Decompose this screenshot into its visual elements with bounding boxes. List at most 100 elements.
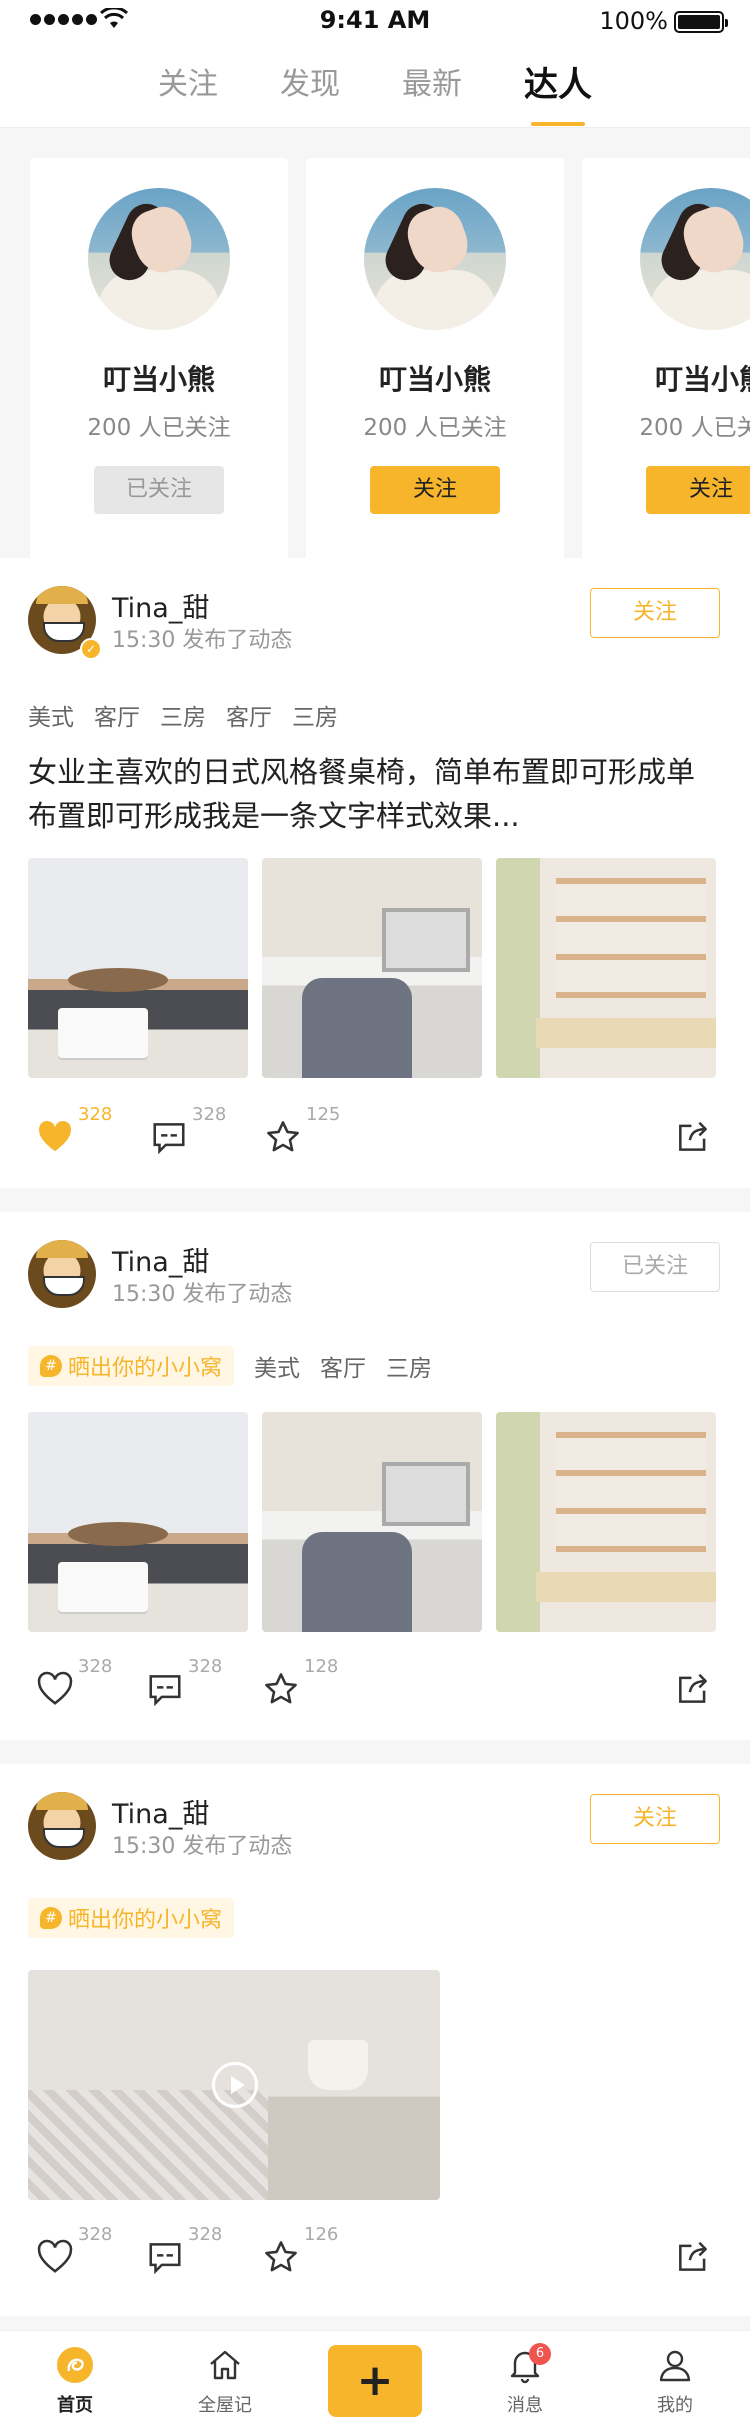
photo-grid: [28, 858, 716, 1078]
share-button[interactable]: [674, 2224, 712, 2276]
comment-button[interactable]: 328: [150, 1104, 226, 1156]
following-button[interactable]: 已关注: [94, 466, 224, 514]
post-actions: 328 328 125: [0, 1104, 750, 1164]
comment-count: 328: [188, 1656, 223, 1677]
publish-button[interactable]: +: [328, 2345, 422, 2417]
tab-experts[interactable]: 达人: [524, 42, 592, 128]
expert-carousel[interactable]: 叮当小熊 200 人已关注 已关注 叮当小熊 200 人已关注 关注 叮当小熊 …: [0, 128, 750, 558]
favorite-button[interactable]: 125: [264, 1104, 340, 1156]
video-container: [28, 1970, 440, 2200]
like-button[interactable]: 328: [36, 1656, 112, 1708]
avatar[interactable]: [88, 188, 230, 330]
feed-post: ✓ Tina_甜 15:30 发布了动态 关注 美式 客厅 三房 客厅 三房 女…: [0, 558, 750, 1188]
notification-badge: 6: [529, 2343, 551, 2365]
play-icon[interactable]: [212, 2062, 258, 2108]
tag[interactable]: 客厅: [94, 698, 140, 732]
tab-following[interactable]: 关注: [158, 42, 218, 128]
photo-grid: [28, 1412, 716, 1632]
follow-button[interactable]: 关注: [370, 466, 500, 514]
status-bar: 9:41 AM 100%: [0, 0, 750, 42]
tag-list: # 晒出你的小小窝 美式 客厅 三房: [28, 1346, 432, 1386]
top-tabs: 关注 发现 最新 达人: [0, 42, 750, 128]
like-count: 328: [78, 2224, 113, 2245]
follow-button[interactable]: 关注: [590, 588, 720, 638]
expert-name: 叮当小熊: [654, 363, 750, 396]
hashtag-icon: #: [40, 1907, 62, 1929]
comment-button[interactable]: 328: [146, 2224, 222, 2276]
avatar[interactable]: [28, 1792, 96, 1860]
comment-count: 328: [192, 1104, 227, 1125]
favorite-button[interactable]: 126: [262, 2224, 338, 2276]
expert-followers: 200 人已关注: [363, 415, 507, 441]
tabbar-publish[interactable]: +: [300, 2331, 450, 2428]
like-button[interactable]: 328: [36, 2224, 112, 2276]
post-image[interactable]: [496, 858, 716, 1078]
tag[interactable]: 美式: [254, 1349, 300, 1383]
topic-chip[interactable]: # 晒出你的小小窝: [28, 1346, 235, 1386]
post-image[interactable]: [262, 1412, 482, 1632]
favorite-count: 128: [304, 1656, 339, 1677]
bottom-tab-bar: 首页 全屋记 + 6 消息 我的: [0, 2330, 750, 2428]
avatar[interactable]: [640, 188, 750, 330]
tag[interactable]: 美式: [28, 698, 74, 732]
tabbar-label: 全屋记: [198, 2395, 252, 2416]
favorite-count: 126: [304, 2224, 339, 2245]
tabbar-profile[interactable]: 我的: [600, 2331, 750, 2428]
follow-button[interactable]: 关注: [646, 466, 750, 514]
tabbar-house-diary[interactable]: 全屋记: [150, 2331, 300, 2428]
post-username[interactable]: Tina_甜: [112, 1792, 209, 1831]
home-logo-icon: [57, 2347, 93, 2383]
share-button[interactable]: [674, 1656, 712, 1708]
tag-list: # 晒出你的小小窝: [28, 1898, 235, 1938]
post-image[interactable]: [28, 858, 248, 1078]
post-actions: 328 328 126: [0, 2224, 750, 2284]
post-image[interactable]: [262, 858, 482, 1078]
tag[interactable]: 三房: [292, 698, 338, 732]
favorite-count: 125: [306, 1104, 341, 1125]
tab-latest[interactable]: 最新: [402, 42, 462, 128]
avatar[interactable]: [28, 1240, 96, 1308]
expert-card[interactable]: 叮当小熊 200 人已关注 关注: [306, 158, 564, 558]
feed-post: Tina_甜 15:30 发布了动态 关注 # 晒出你的小小窝 328 328 1…: [0, 1764, 750, 2316]
post-video[interactable]: [28, 1970, 440, 2200]
post-meta: 15:30 发布了动态: [112, 1834, 293, 1859]
tag-list: 美式 客厅 三房 客厅 三房: [28, 698, 338, 732]
topic-label: 晒出你的小小窝: [68, 1908, 223, 1933]
post-actions: 328 328 128: [0, 1656, 750, 1716]
tag[interactable]: 客厅: [320, 1349, 366, 1383]
comment-icon: [153, 1123, 185, 1155]
tabbar-label: 消息: [507, 2395, 543, 2416]
post-meta: 15:30 发布了动态: [112, 1282, 293, 1307]
comment-button[interactable]: 328: [146, 1656, 222, 1708]
star-icon: [265, 2241, 297, 2272]
post-image[interactable]: [28, 1412, 248, 1632]
post-text[interactable]: 女业主喜欢的日式风格餐桌椅，简单布置即可形成单布置即可形成我是一条文字样式效果.…: [28, 750, 718, 838]
comment-icon: [149, 1675, 181, 1707]
heart-icon: [39, 1121, 71, 1152]
tabbar-messages[interactable]: 6 消息: [450, 2331, 600, 2428]
expert-card[interactable]: 叮当小熊 200 人已关注 关注: [582, 158, 750, 558]
tag[interactable]: 三房: [386, 1349, 432, 1383]
post-meta: 15:30 发布了动态: [112, 628, 293, 653]
avatar[interactable]: [364, 188, 506, 330]
share-icon: [679, 1121, 707, 1151]
post-username[interactable]: Tina_甜: [112, 586, 209, 625]
post-username[interactable]: Tina_甜: [112, 1240, 209, 1279]
like-button[interactable]: 328: [36, 1104, 112, 1156]
tabbar-home[interactable]: 首页: [0, 2331, 150, 2428]
share-button[interactable]: [674, 1104, 712, 1156]
heart-icon: [37, 2239, 73, 2273]
expert-card[interactable]: 叮当小熊 200 人已关注 已关注: [30, 158, 288, 558]
house-icon: [210, 2350, 240, 2380]
follow-button[interactable]: 关注: [590, 1794, 720, 1844]
tag[interactable]: 三房: [160, 698, 206, 732]
hashtag-icon: #: [40, 1355, 62, 1377]
following-button[interactable]: 已关注: [590, 1242, 720, 1292]
tab-discover[interactable]: 发现: [280, 42, 340, 128]
feed-post: Tina_甜 15:30 发布了动态 已关注 # 晒出你的小小窝 美式 客厅 三房…: [0, 1212, 750, 1740]
topic-chip[interactable]: # 晒出你的小小窝: [28, 1898, 235, 1938]
expert-followers: 200 人已关注: [639, 415, 750, 441]
post-image[interactable]: [496, 1412, 716, 1632]
favorite-button[interactable]: 128: [262, 1656, 338, 1708]
tag[interactable]: 客厅: [226, 698, 272, 732]
